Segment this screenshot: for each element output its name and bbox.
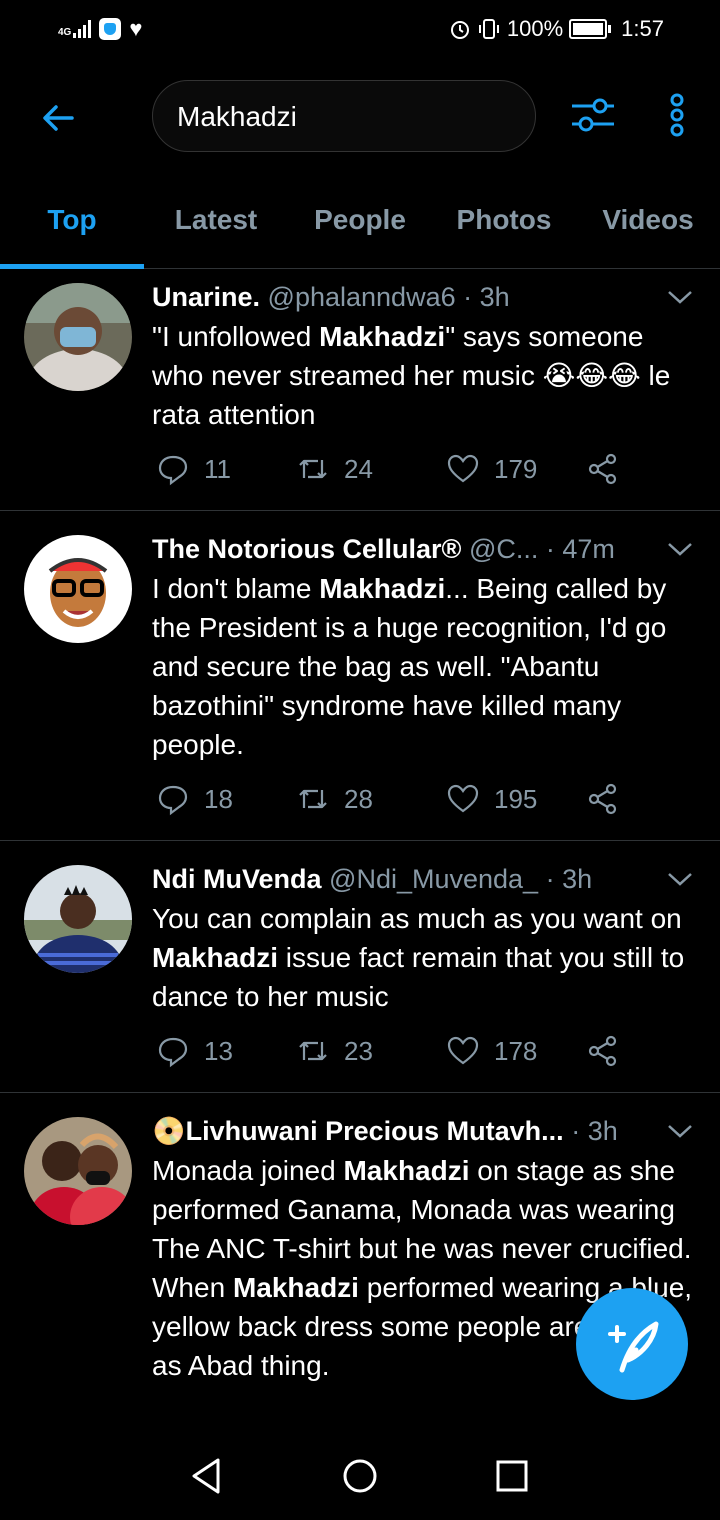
reply-button[interactable]: 18 [156,782,296,816]
tweet-time: · 3h [463,282,510,312]
display-name[interactable]: The Notorious Cellular® [152,534,461,564]
tweet-header: Unarine⁡. @phalanndwa6 · 3h [152,279,650,315]
chevron-down-icon[interactable] [666,539,694,559]
tweet[interactable]: Unarine⁡. @phalanndwa6 · 3h "I unfollowe… [0,269,720,511]
tweet-text: You can complain as much as you want on … [152,903,685,1012]
like-button[interactable]: 178 [446,1034,586,1068]
tweet-header: Ndi MuVenda @Ndi_Muvenda_ · 3h [152,861,650,897]
chevron-down-icon[interactable] [666,287,694,307]
overflow-menu-icon[interactable] [662,92,692,138]
vibrate-icon [478,19,499,39]
tweet-header: The Notorious Cellular® @C... · 47m [152,531,650,567]
reply-count: 18 [204,783,233,814]
search-header: Makhadzi [0,62,720,182]
search-query: Makhadzi [177,101,297,132]
retweet-icon [299,789,327,809]
tweet-header: 📀Livhuwani Precious Mutavh... · 3h [152,1113,650,1149]
share-button[interactable] [586,782,720,816]
nav-home-icon[interactable] [342,1458,378,1494]
retweet-count: 23 [344,1035,373,1066]
retweet-count: 24 [344,453,373,484]
retweet-icon [299,459,327,479]
retweet-count: 28 [344,783,373,814]
tab-photos[interactable]: Photos [432,182,576,268]
user-handle[interactable]: @phalanndwa6 [268,282,456,312]
share-icon [588,783,617,815]
like-button[interactable]: 195 [446,782,586,816]
health-heart-icon: ♥ [129,16,143,41]
tab-top[interactable]: Top [0,182,144,269]
tweet[interactable]: The Notorious Cellular® @C... · 47m I do… [0,511,720,841]
network-indicator: 4G [58,20,92,38]
reply-icon [158,455,188,486]
chevron-down-icon[interactable] [666,1121,694,1141]
system-nav-bar [0,1440,720,1520]
retweet-icon [299,1041,327,1061]
alarm-icon [450,21,469,39]
battery-icon [569,19,612,39]
search-filter-icon[interactable] [570,92,616,138]
retweet-button[interactable]: 28 [296,782,446,816]
display-name[interactable]: Ndi MuVenda [152,864,322,894]
nav-recents-icon[interactable] [496,1460,528,1492]
share-icon [588,453,617,485]
search-tabs: Top Latest People Photos Videos [0,182,720,269]
tab-people[interactable]: People [288,182,432,268]
share-button[interactable] [586,452,720,486]
nav-back-icon[interactable] [188,1456,224,1496]
tweet-time: · 3h [545,864,593,894]
tweet-actions: 11 24 179 [156,452,720,486]
avatar[interactable] [24,865,132,973]
reply-button[interactable]: 13 [156,1034,296,1068]
reply-count: 11 [204,453,231,484]
tab-latest[interactable]: Latest [144,182,288,268]
vpn-shield-icon [99,18,122,40]
tweet-time: · 3h [571,1116,618,1146]
chevron-down-icon[interactable] [666,869,694,889]
share-button[interactable] [586,1034,720,1068]
like-count: 178 [494,1035,538,1066]
signal-icon [73,20,92,38]
avatar[interactable] [24,1117,132,1225]
avatar[interactable] [24,283,132,391]
reply-button[interactable]: 11 [156,452,296,486]
tweet-time: · 47m [545,534,615,564]
status-bar: 4G ♥ 100% 1:57 [0,0,720,62]
like-count: 195 [494,783,538,814]
network-type: 4G [58,27,72,38]
clock: 1:57 [621,16,664,41]
tweet-text: "I unfollowed Makhadzi" says someone who… [152,321,671,430]
like-count: 179 [494,453,538,484]
compose-feather-icon [608,1321,659,1373]
tweet-text: I don't blame Makhadzi... Being called b… [152,573,667,760]
user-handle[interactable]: @Ndi_Muvenda_ [329,864,538,894]
tab-videos[interactable]: Videos [576,182,720,268]
like-button[interactable]: 179 [446,452,586,486]
tweet[interactable]: Ndi MuVenda @Ndi_Muvenda_ · 3h You can c… [0,841,720,1093]
reply-count: 13 [204,1035,233,1066]
compose-tweet-button[interactable] [576,1288,688,1400]
retweet-button[interactable]: 23 [296,1034,446,1068]
reply-icon [158,1037,188,1068]
back-arrow-icon[interactable] [38,98,78,138]
avatar[interactable] [24,535,132,643]
battery-percent: 100% [506,16,564,41]
display-name[interactable]: 📀Livhuwani Precious Mutavh... [152,1116,564,1146]
tweet-actions: 18 28 195 [156,782,720,816]
share-icon [588,1035,617,1067]
user-handle[interactable]: @C... [469,534,538,564]
display-name[interactable]: Unarine⁡. [152,282,260,312]
reply-icon [158,785,188,816]
heart-icon [447,1036,479,1065]
heart-icon [447,454,479,483]
retweet-button[interactable]: 24 [296,452,446,486]
tweet-actions: 13 23 178 [156,1034,720,1068]
search-input[interactable]: Makhadzi [152,80,536,152]
heart-icon [447,784,479,813]
